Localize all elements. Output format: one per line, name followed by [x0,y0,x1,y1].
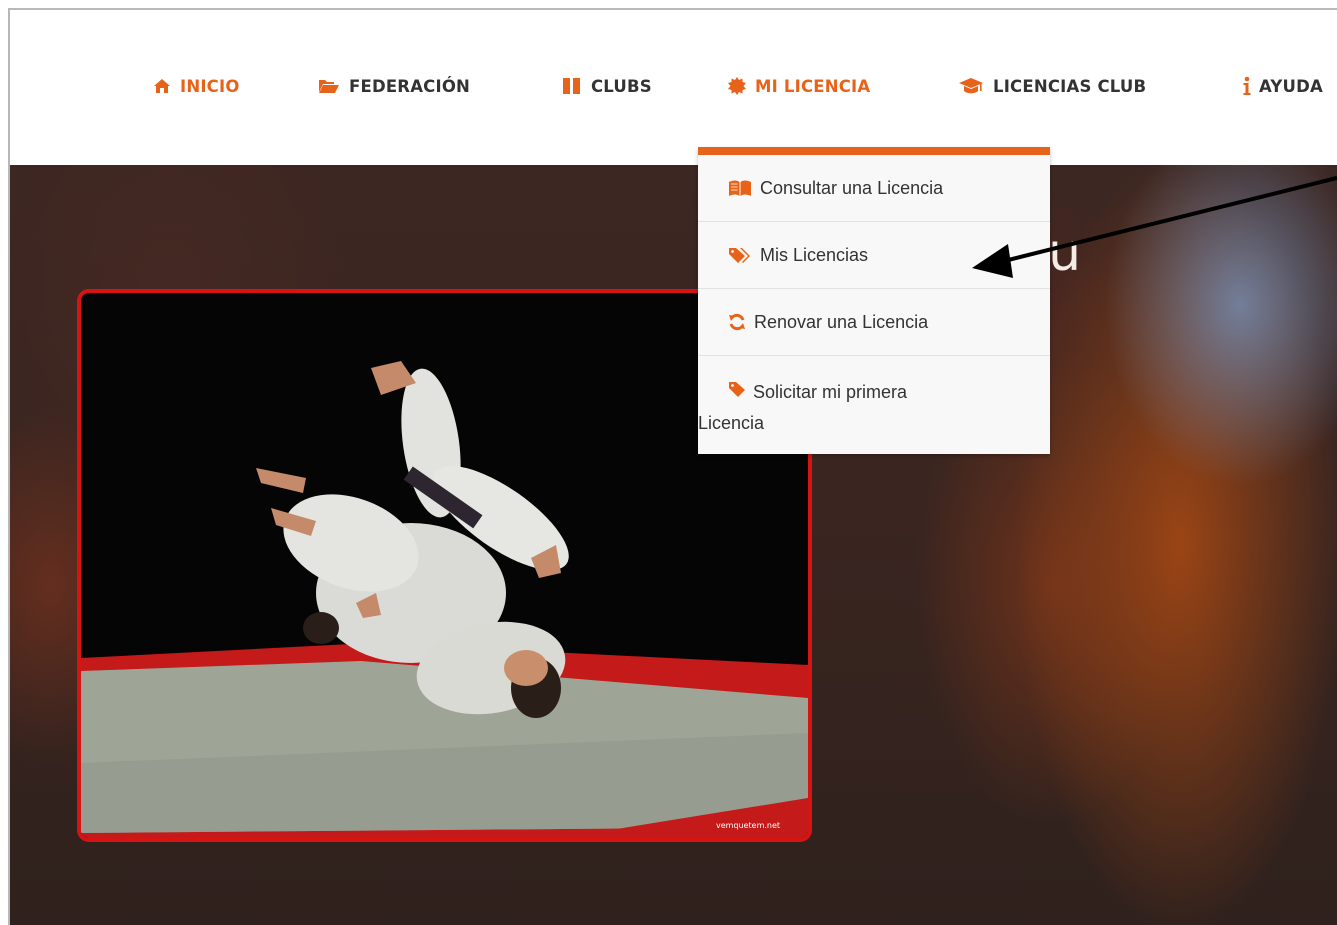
site-header: INICIO FEDERACIÓN CLUBS MI LICENCIA LICE… [10,10,1337,165]
folder-open-icon [318,78,340,94]
tag-icon [728,380,748,398]
nav-item-label: LICENCIAS CLUB [993,76,1147,96]
main-nav: INICIO FEDERACIÓN CLUBS MI LICENCIA LICE… [10,70,1337,102]
nav-item-label: MI LICENCIA [755,76,871,96]
info-icon [1242,76,1252,96]
dropdown-item-renovar[interactable]: Renovar una Licencia [698,289,1050,356]
browser-viewport: INICIO FEDERACIÓN CLUBS MI LICENCIA LICE… [8,8,1337,925]
dropdown-item-label: Mis Licencias [760,244,869,265]
hero-banner: su vemquetem.net [10,165,1337,925]
dropdown-item-mis-licencias[interactable]: Mis Licencias [698,222,1050,289]
dropdown-item-solicitar[interactable]: Solicitar mi primera Licencia [698,356,1050,454]
dropdown-item-label-line1: Solicitar mi primera [753,382,908,402]
dropdown-item-label-line2: Licencia [698,413,765,433]
refresh-icon [728,313,746,331]
graduation-cap-icon [958,77,984,95]
book-open-icon [728,179,752,197]
nav-item-ayuda[interactable]: AYUDA [1242,70,1323,102]
nav-item-label: AYUDA [1259,76,1324,96]
photo-watermark: vemquetem.net [716,821,780,830]
certificate-icon [728,77,746,95]
mi-licencia-dropdown: Consultar una Licencia Mis Licencias Ren… [698,147,1050,454]
nav-item-inicio[interactable]: INICIO [153,70,240,102]
dropdown-item-label: Consultar una Licencia [760,177,944,198]
home-icon [153,78,171,94]
dropdown-item-label: Renovar una Licencia [754,311,929,332]
dropdown-item-text: Solicitar mi primera Licencia [698,377,908,439]
nav-item-federacion[interactable]: FEDERACIÓN [318,70,470,102]
nav-item-mi-licencia[interactable]: MI LICENCIA [728,70,870,102]
dropdown-item-consultar[interactable]: Consultar una Licencia [698,155,1050,222]
nav-item-label: INICIO [180,76,240,96]
nav-item-label: FEDERACIÓN [349,76,471,96]
nav-item-clubs[interactable]: CLUBS [562,70,652,102]
nav-item-licencias-club[interactable]: LICENCIAS CLUB [958,70,1146,102]
bars-icon [562,77,582,95]
nav-item-label: CLUBS [591,76,652,96]
tags-icon [728,246,752,264]
